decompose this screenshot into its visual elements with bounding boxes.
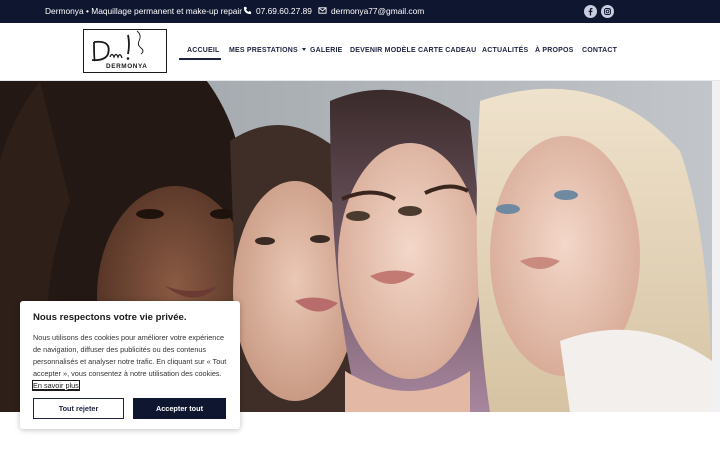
top-bar-tagline: Dermonya • Maquillage permanent et make-… — [45, 6, 243, 16]
envelope-icon — [318, 7, 327, 14]
caret-down-icon — [301, 48, 306, 51]
nav-item-mes-prestations[interactable]: MES PRESTATIONS — [229, 47, 306, 54]
instagram-icon[interactable] — [601, 5, 614, 18]
phone-link[interactable]: 07.69.60.27.89 — [243, 6, 312, 16]
nav-active-underline — [179, 58, 221, 60]
nav-item-label: MES PRESTATIONS — [229, 47, 298, 54]
email-link[interactable]: dermonya77@gmail.com — [318, 6, 424, 16]
nav-item-carte-cadeau[interactable]: CARTE CADEAU — [418, 47, 476, 54]
nav-item-a-propos[interactable]: À PROPOS — [535, 47, 574, 54]
top-bar: Dermonya • Maquillage permanent et make-… — [0, 0, 720, 23]
nav-item-actualites[interactable]: ACTUALITÉS — [482, 47, 528, 54]
page-edge-strip — [712, 81, 720, 412]
cookie-buttons: Tout rejeter Accepter tout — [33, 398, 226, 419]
nav-item-contact[interactable]: CONTACT — [582, 47, 617, 54]
nav-item-galerie[interactable]: GALERIE — [310, 47, 343, 54]
page: Dermonya • Maquillage permanent et make-… — [0, 0, 720, 450]
reject-all-button[interactable]: Tout rejeter — [33, 398, 124, 419]
email-address: dermonya77@gmail.com — [331, 6, 425, 16]
nav-item-devenir-modele[interactable]: DEVENIR MODÈLE — [350, 47, 416, 54]
phone-number: 07.69.60.27.89 — [256, 6, 312, 16]
phone-icon — [243, 6, 252, 15]
learn-more-link[interactable]: En savoir plus — [32, 380, 80, 391]
cookie-text: Nous utilisons des cookies pour améliore… — [32, 332, 229, 392]
logo-wordmark: DERMONYA — [106, 63, 148, 70]
cookie-title: Nous respectons votre vie privée. — [33, 312, 187, 323]
dermonya-logo[interactable]: DERMONYA — [83, 29, 167, 73]
nav-item-accueil[interactable]: ACCUEIL — [187, 47, 220, 54]
site-header: DERMONYA ACCUEIL MES PRESTATIONS GALERIE… — [0, 23, 720, 81]
facebook-icon[interactable] — [584, 5, 597, 18]
cookie-consent-banner: Nous respectons votre vie privée. Nous u… — [20, 301, 240, 429]
accept-all-button[interactable]: Accepter tout — [133, 398, 226, 419]
cookie-description: Nous utilisons des cookies pour améliore… — [33, 333, 227, 378]
